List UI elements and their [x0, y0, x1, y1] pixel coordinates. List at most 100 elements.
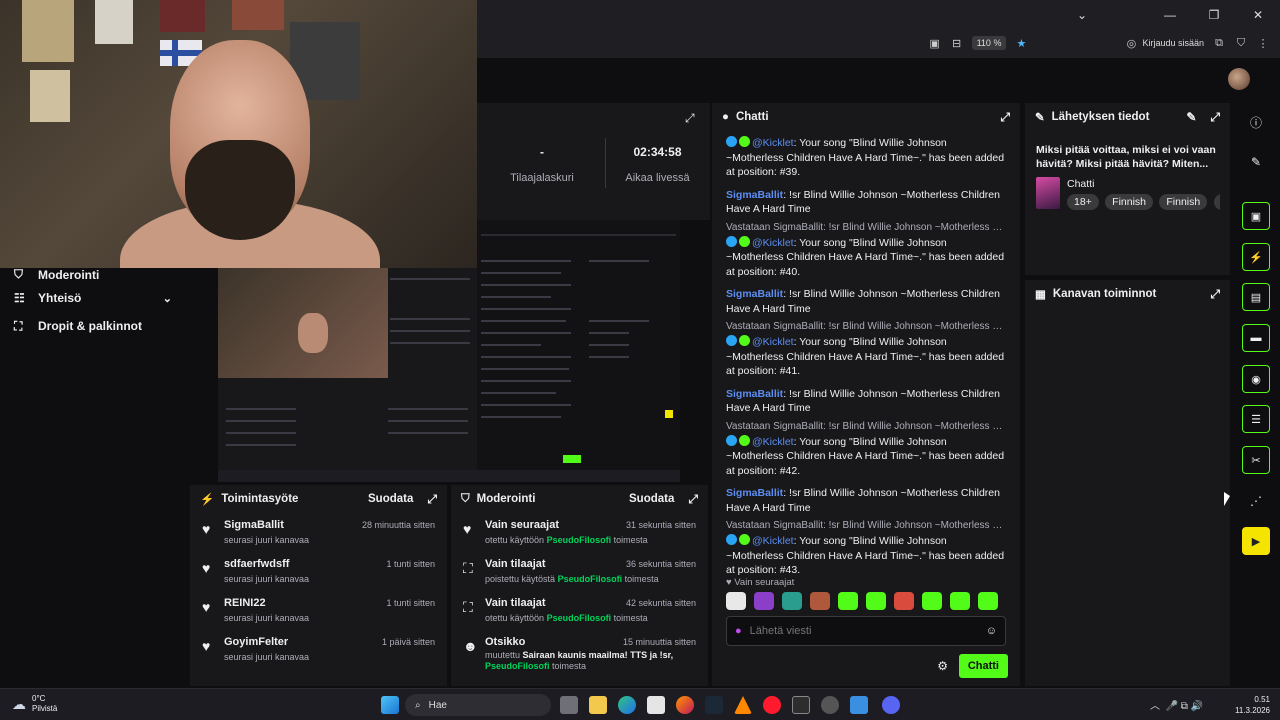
terminal-icon[interactable] [792, 696, 810, 714]
shield-icon: ⛉ [461, 492, 470, 505]
emote-icon[interactable] [978, 592, 998, 610]
nav-item-moderation[interactable]: ⛉ Moderointi [0, 268, 188, 282]
notepad-icon[interactable] [850, 696, 868, 714]
minimize-button[interactable]: — [1148, 0, 1192, 30]
clapper-icon[interactable]: ▶ [1242, 527, 1270, 555]
emote-icon[interactable] [950, 592, 970, 610]
expand-icon[interactable]: ⤢ [1210, 287, 1220, 302]
star-icon[interactable]: ★ [1014, 36, 1028, 50]
info-icon[interactable]: ⓘ [1242, 108, 1270, 136]
tray-icons[interactable]: ︿ 🎤 ⧉ 🔊 [1150, 697, 1203, 712]
chat-username[interactable]: SigmaBallit [726, 189, 783, 201]
wrench-icon[interactable]: ✂ [1242, 446, 1270, 474]
tag[interactable]: Finnish [1105, 194, 1154, 210]
menu-dots-icon[interactable]: ⋮ [1256, 36, 1270, 50]
chat-username[interactable]: @Kicklet [752, 237, 794, 249]
expand-icon[interactable]: ⤢ [1000, 110, 1010, 125]
tag[interactable]: K [1213, 194, 1220, 210]
feed-time: 28 minuuttia sitten [361, 520, 435, 530]
category-name[interactable]: Chatti [1067, 178, 1094, 190]
send-chat-button[interactable]: Chatti [958, 654, 1008, 678]
shield-icon[interactable]: ⛉ [1234, 36, 1248, 50]
clock[interactable]: 0.51 11.3.2026 [1235, 694, 1270, 716]
chat-mode: ♥ Vain seuraajat [726, 577, 795, 588]
chat-input[interactable] [749, 625, 978, 637]
pencil-icon[interactable]: ✎ [1242, 148, 1270, 176]
expand-icon[interactable]: ⤢ [1210, 110, 1220, 125]
chevron-down-icon[interactable]: ⌄ [163, 292, 172, 305]
emote-icon[interactable] [922, 592, 942, 610]
bolt-icon[interactable]: ⚡ [1242, 243, 1270, 271]
category-thumbnail[interactable] [1036, 177, 1060, 209]
tag[interactable]: Finnish [1159, 194, 1208, 210]
broadcast-icon[interactable]: ◉ [1242, 365, 1270, 393]
expand-icon[interactable]: ⤢ [427, 492, 437, 507]
discord-icon[interactable] [882, 696, 900, 714]
nav-item-community[interactable]: ☷ Yhteisö ⌄ [0, 284, 188, 312]
nav-item-drops[interactable]: ⛶ Dropit & palkinnot [0, 312, 188, 340]
chat-username[interactable]: @Kicklet [752, 336, 794, 348]
share-icon[interactable]: ⋰ [1242, 487, 1270, 515]
close-button[interactable]: ✕ [1236, 0, 1280, 30]
emote-icon[interactable] [726, 592, 746, 610]
document-icon[interactable]: ▤ [1242, 283, 1270, 311]
vlc-icon[interactable] [734, 696, 752, 714]
firefox-icon[interactable] [676, 696, 694, 714]
store-icon[interactable] [647, 696, 665, 714]
search-icon: ⌕ [415, 699, 421, 711]
search-input[interactable]: ⌕ Hae [405, 694, 551, 716]
emote-icon[interactable] [810, 592, 830, 610]
reply-quote: Vastataan SigmaBallit: !sr Blind Willie … [726, 221, 1014, 233]
filter-button[interactable]: Suodata [368, 493, 413, 505]
chat-message: SigmaBallit: !sr Blind Willie Johnson ~M… [726, 188, 1000, 216]
mod-detail: muutettu Sairaan kaunis maailma! TTS ja … [485, 650, 674, 671]
mod-detail: otettu käyttöön PseudoFilosofi toimesta [485, 613, 648, 623]
steam-icon[interactable] [705, 696, 723, 714]
nav-label: Dropit & palkinnot [38, 319, 142, 333]
layers-icon[interactable]: ☰ [1242, 405, 1270, 433]
zoom-badge[interactable]: 110 % [971, 36, 1007, 50]
panel-header: ● Chatti ⤢ [712, 103, 1020, 131]
emote-icon[interactable] [782, 592, 802, 610]
opera-icon[interactable] [763, 696, 781, 714]
avatar[interactable] [1228, 68, 1250, 90]
task-view-icon[interactable] [560, 696, 578, 714]
microphone-icon[interactable]: ● [735, 625, 742, 637]
chat-icon[interactable]: ▬ [1242, 324, 1270, 352]
picture-in-picture-icon[interactable]: ▣ [928, 36, 942, 50]
chat-username[interactable]: SigmaBallit [726, 288, 783, 300]
tag[interactable]: 18+ [1067, 194, 1099, 210]
activity-feed-panel: ⚡ Toimintasyöte Suodata ⤢ ♥ SigmaBallit … [190, 485, 447, 686]
maximize-button[interactable]: ❐ [1192, 0, 1236, 30]
chat-username[interactable]: @Kicklet [752, 535, 794, 547]
expand-icon[interactable]: ⤢ [685, 111, 695, 126]
obs-icon[interactable] [821, 696, 839, 714]
emote-icon[interactable] [894, 592, 914, 610]
chat-username[interactable]: @Kicklet [752, 436, 794, 448]
chat-username[interactable]: SigmaBallit [726, 388, 783, 400]
emote-icon[interactable] [866, 592, 886, 610]
shield-icon: ⛉ [14, 268, 24, 281]
stream-preview-inner [218, 268, 477, 482]
dropdown-chevron-icon[interactable]: ⌄ [1060, 0, 1104, 30]
expand-icon[interactable]: ⤢ [688, 492, 698, 507]
start-icon[interactable] [381, 696, 399, 714]
screen-icon[interactable]: ▣ [1242, 202, 1270, 230]
chat-message: SigmaBallit: !sr Blind Willie Johnson ~M… [726, 487, 1000, 514]
gift-icon: ⛶ [463, 599, 473, 615]
chat-username[interactable]: SigmaBallit [726, 487, 783, 499]
save-page-icon[interactable]: ⊟ [950, 36, 964, 50]
stream-preview[interactable] [477, 220, 680, 482]
emote-icon[interactable] [838, 592, 858, 610]
emoji-icon[interactable]: ☺ [986, 625, 997, 637]
login-button[interactable]: ◎ Kirjaudu sisään [1124, 36, 1204, 50]
weather-desc: Pilvistä [32, 704, 58, 713]
extensions-icon[interactable]: ⧉ [1212, 36, 1226, 50]
emote-icon[interactable] [754, 592, 774, 610]
edit-icon[interactable]: ✎ [1186, 110, 1196, 124]
gear-icon[interactable]: ⚙ [937, 659, 948, 673]
edge-icon[interactable] [618, 696, 636, 714]
filter-button[interactable]: Suodata [629, 493, 674, 505]
weather-widget[interactable]: ☁ 0°C Pilvistä [12, 694, 57, 714]
file-explorer-icon[interactable] [589, 696, 607, 714]
